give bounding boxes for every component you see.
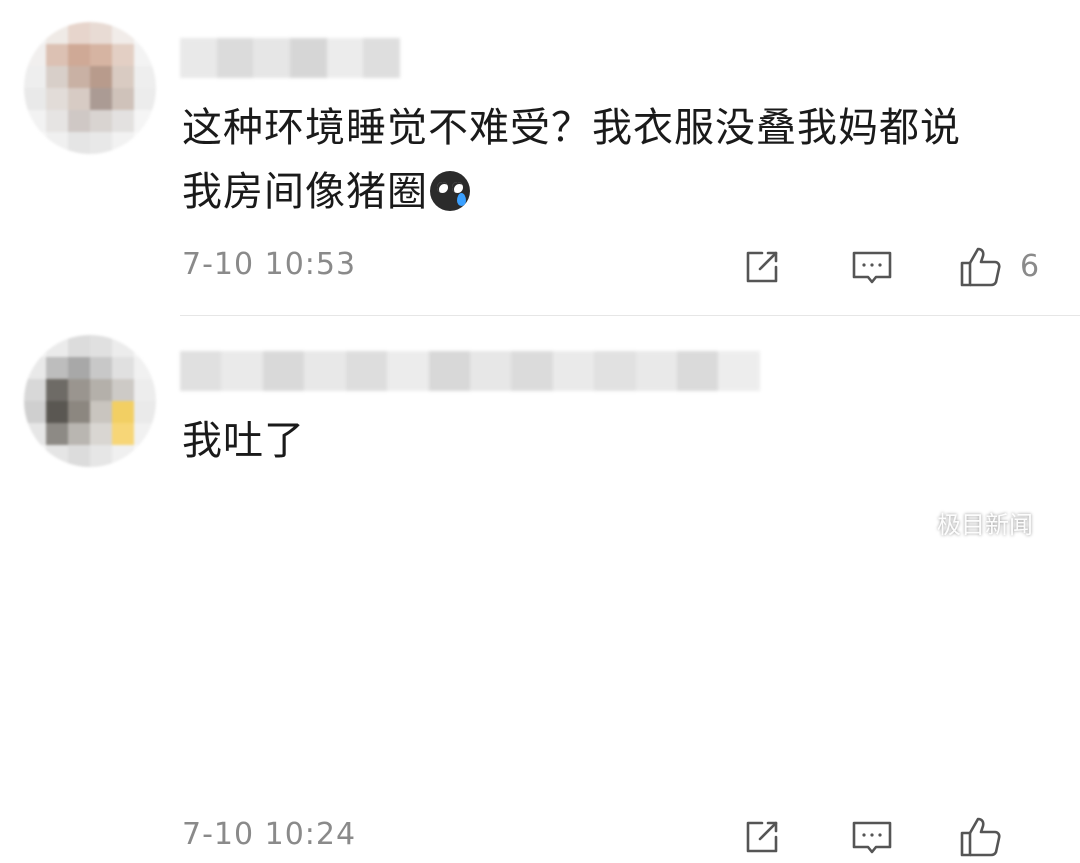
comment-text-line1: 我吐了 (182, 418, 305, 464)
username-blurred[interactable] (180, 351, 760, 391)
comment-meta: 7-10 10:53 6 (182, 243, 1080, 293)
avatar[interactable] (24, 22, 156, 154)
comment-item: 这种环境睡觉不难受？我衣服没叠我妈都说 我房间像猪圈 7-10 10:53 6 (0, 0, 1080, 316)
divider (180, 315, 1080, 316)
avatar[interactable] (24, 335, 156, 467)
comment-text: 这种环境睡觉不难受？我衣服没叠我妈都说 我房间像猪圈 (182, 96, 1042, 224)
watermark: 极目新闻 (895, 505, 1033, 540)
comment-text-line2: 我房间像猪圈 (182, 169, 428, 215)
comment-meta: 7-10 10:24 (182, 813, 1080, 863)
comment-text: 我吐了 (182, 409, 1042, 473)
wechat-icon (896, 509, 928, 534)
thumbs-up-icon[interactable] (958, 245, 1002, 289)
reply-icon[interactable] (850, 245, 894, 289)
crying-face-icon (430, 171, 470, 211)
like-count: 6 (1020, 249, 1040, 284)
watermark-text: 极目新闻 (937, 511, 1033, 539)
username-blurred[interactable] (180, 38, 401, 78)
share-icon[interactable] (740, 245, 784, 289)
thumbs-up-icon[interactable] (958, 815, 1002, 859)
timestamp: 7-10 10:53 (182, 247, 357, 282)
comment-text-line1: 这种环境睡觉不难受？我衣服没叠我妈都说 (182, 105, 961, 151)
timestamp: 7-10 10:24 (182, 817, 357, 852)
share-icon[interactable] (740, 815, 784, 859)
reply-icon[interactable] (850, 815, 894, 859)
